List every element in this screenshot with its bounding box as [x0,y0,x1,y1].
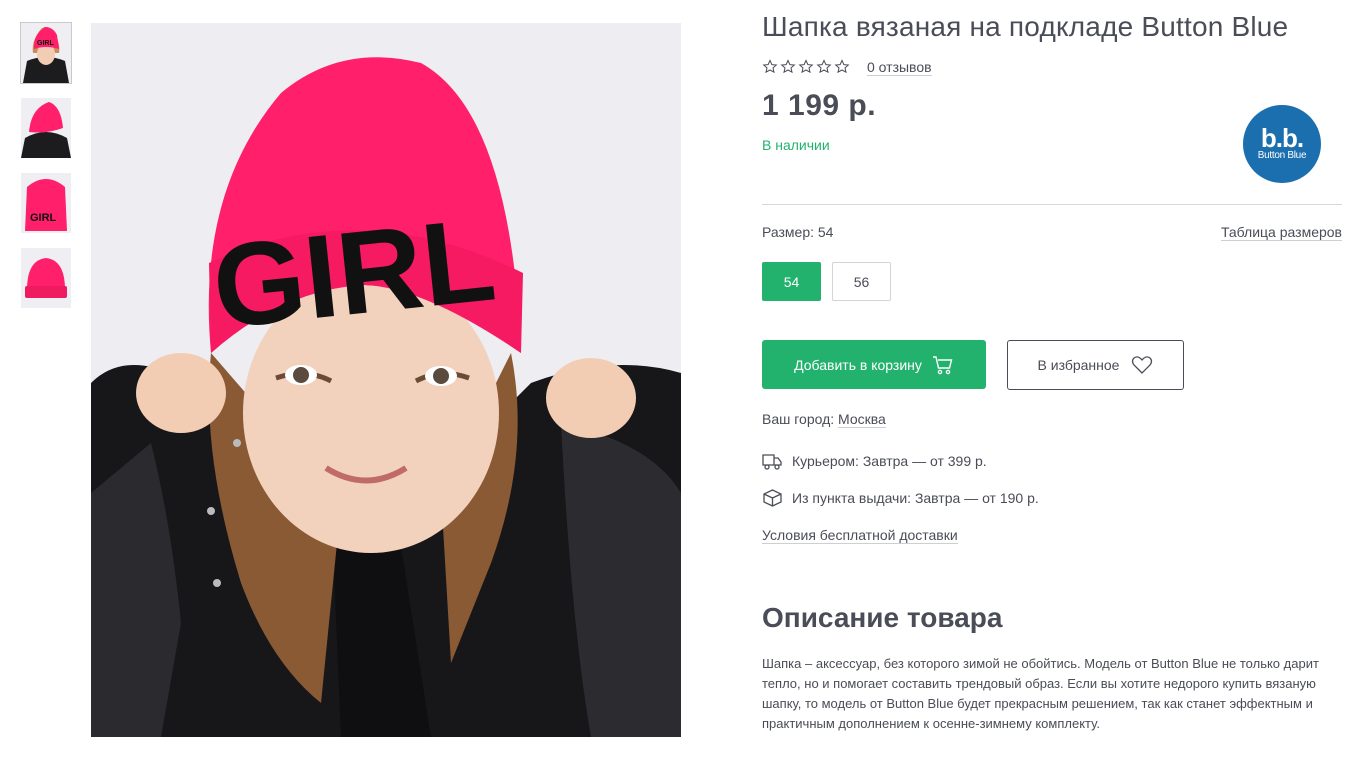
description-title: Описание товара [762,602,1003,633]
size-table-link[interactable]: Таблица размеров [1220,224,1342,241]
thumbnail-list: GIRL GIRL [20,22,72,323]
thumbnail-girl-back-image [21,98,71,158]
main-product-image[interactable]: GIRL [91,23,681,737]
thumbnail-girl-front-image: GIRL [21,23,71,83]
thumbnail-hat-flat-image: GIRL [21,173,71,233]
thumbnail-hat-folded-image [21,248,71,308]
box-icon [763,489,782,507]
brand-logo[interactable]: b.b. Button Blue [1243,105,1321,183]
product-info: Шапка вязаная на подкладе Button Blue 0 … [762,11,1342,731]
svg-text:GIRL: GIRL [30,212,57,224]
description-text: Шапка – аксессуар, без которого зимой не… [762,656,1319,731]
thumbnail-1[interactable]: GIRL [20,22,72,84]
star-icon[interactable] [798,59,814,75]
add-to-favorites-label: В избранное [1037,357,1120,373]
pickup-delivery-text: Из пункта выдачи: Завтра — от 190 р. [792,490,1039,506]
rating-row: 0 отзывов [762,57,1342,77]
brand-logo-name: Button Blue [1257,150,1307,161]
heart-icon [1132,356,1153,374]
brand-logo-mark: b.b. [1260,123,1304,153]
add-to-favorites-button[interactable]: В избранное [1007,340,1184,390]
product-actions: Добавить в корзину В избранное [762,340,1184,390]
cart-icon [932,355,953,374]
thumbnail-4[interactable] [21,248,71,308]
courier-delivery: Курьером: Завтра — от 399 р. [762,452,987,470]
city-prefix: Ваш город: [762,411,835,427]
reviews-link[interactable]: 0 отзывов [867,59,932,76]
size-options: 54 56 [762,262,891,301]
pickup-delivery: Из пункта выдачи: Завтра — от 190 р. [762,489,1039,507]
add-to-cart-button[interactable]: Добавить в корзину [762,340,986,389]
size-label: Размер: 54 [762,224,834,240]
star-icon[interactable] [762,59,778,75]
free-delivery-link[interactable]: Условия бесплатной доставки [762,527,958,544]
city-link[interactable]: Москва [838,411,886,428]
star-rating[interactable] [762,59,850,75]
star-icon[interactable] [834,59,850,75]
star-icon[interactable] [816,59,832,75]
size-row: Размер: 54 Таблица размеров [762,224,1342,241]
girl-in-pink-hat-photo: GIRL [91,23,681,737]
add-to-cart-label: Добавить в корзину [794,356,922,373]
divider [762,204,1342,205]
thumbnail-3[interactable]: GIRL [21,173,71,233]
thumbnail-2[interactable] [21,98,71,158]
courier-delivery-text: Курьером: Завтра — от 399 р. [792,453,987,469]
star-icon[interactable] [780,59,796,75]
size-option-54[interactable]: 54 [762,262,821,301]
truck-icon [762,454,782,470]
city-selector: Ваш город: Москва [762,411,886,428]
svg-text:GIRL: GIRL [37,40,54,47]
size-option-56[interactable]: 56 [832,262,891,301]
product-title: Шапка вязаная на подкладе Button Blue [762,11,1289,42]
